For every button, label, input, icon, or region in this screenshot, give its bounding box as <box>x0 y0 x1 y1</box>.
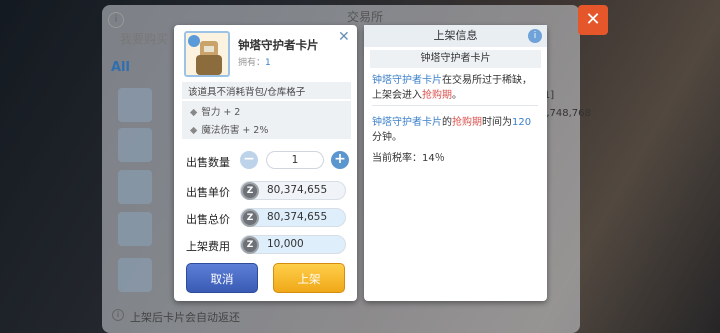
tab-all[interactable]: All <box>111 60 130 75</box>
footer-bar: i 上架后卡片会自动返还 <box>102 303 580 329</box>
unit-price-value: 80,374,655 <box>267 184 328 196</box>
list-item-icon[interactable] <box>118 212 152 246</box>
card-name: 钟塔守护者卡片 <box>238 38 319 52</box>
panel-title: 上架信息 <box>364 25 547 47</box>
bg-price: 1,748,768 <box>540 108 591 119</box>
cancel-button[interactable]: 取消 <box>186 263 258 293</box>
unit-price-label: 出售单价 <box>186 186 230 199</box>
unit-price-field[interactable]: Z 80,374,655 <box>240 181 346 200</box>
info-icon: i <box>112 309 124 321</box>
scarcity-note: 钟塔守护者卡片在交易所过于稀缺，上架会进入抢购期。 <box>372 75 532 101</box>
list-item-icon[interactable] <box>118 258 152 292</box>
listing-fee-label: 上架费用 <box>186 240 230 253</box>
zeny-icon: Z <box>241 209 259 227</box>
total-price-value: 80,374,655 <box>267 211 328 223</box>
close-icon[interactable]: ✕ <box>338 29 350 45</box>
exchange-title: 交易所 <box>347 10 384 24</box>
sell-panel: 钟塔守护者卡片 拥有：1 ✕ 该道具不消耗背包/仓库格子 ◆ 智力 + 2 ◆ 魔法… <box>174 25 357 301</box>
footer-text: 上架后卡片会自动返还 <box>130 311 240 324</box>
list-item-icon[interactable] <box>118 88 152 122</box>
info-icon[interactable]: i <box>108 12 124 28</box>
card-name-banner: 钟塔守护者卡片 <box>370 50 541 68</box>
item-description: 该道具不消耗背包/仓库格子 <box>182 82 351 99</box>
stat-line: ◆ 魔法伤害 + 2% <box>190 125 269 136</box>
sell-qty-label: 出售数量 <box>186 156 230 169</box>
stats-box: ◆ 智力 + 2 ◆ 魔法伤害 + 2% <box>182 101 351 139</box>
card-icon <box>184 31 230 77</box>
listing-fee-field: Z 10,000 <box>240 235 346 254</box>
owned-count: 拥有：1 <box>238 58 271 68</box>
quantity-minus-button[interactable]: − <box>240 151 258 169</box>
listing-fee-value: 10,000 <box>267 238 304 250</box>
rush-period-note: 钟塔守护者卡片的抢购期时间为120分钟。 <box>372 117 532 143</box>
list-button[interactable]: 上架 <box>273 263 345 293</box>
search-hint[interactable]: 我要购买 <box>120 30 168 47</box>
quantity-input[interactable]: 1 <box>266 151 324 169</box>
info-icon[interactable]: i <box>528 29 542 43</box>
total-price-label: 出售总价 <box>186 213 230 226</box>
divider <box>372 105 538 106</box>
quantity-plus-button[interactable]: + <box>331 151 349 169</box>
close-button[interactable]: ✕ <box>578 5 608 35</box>
listing-info-panel: 上架信息 i 钟塔守护者卡片 钟塔守护者卡片在交易所过于稀缺，上架会进入抢购期。… <box>364 25 547 301</box>
tax-rate: 当前税率：14％ <box>372 153 445 164</box>
list-item-icon[interactable] <box>118 170 152 204</box>
total-price-field: Z 80,374,655 <box>240 208 346 227</box>
zeny-icon: Z <box>241 236 259 254</box>
stat-line: ◆ 智力 + 2 <box>190 107 241 118</box>
list-item-icon[interactable] <box>118 128 152 162</box>
zeny-icon: Z <box>241 182 259 200</box>
